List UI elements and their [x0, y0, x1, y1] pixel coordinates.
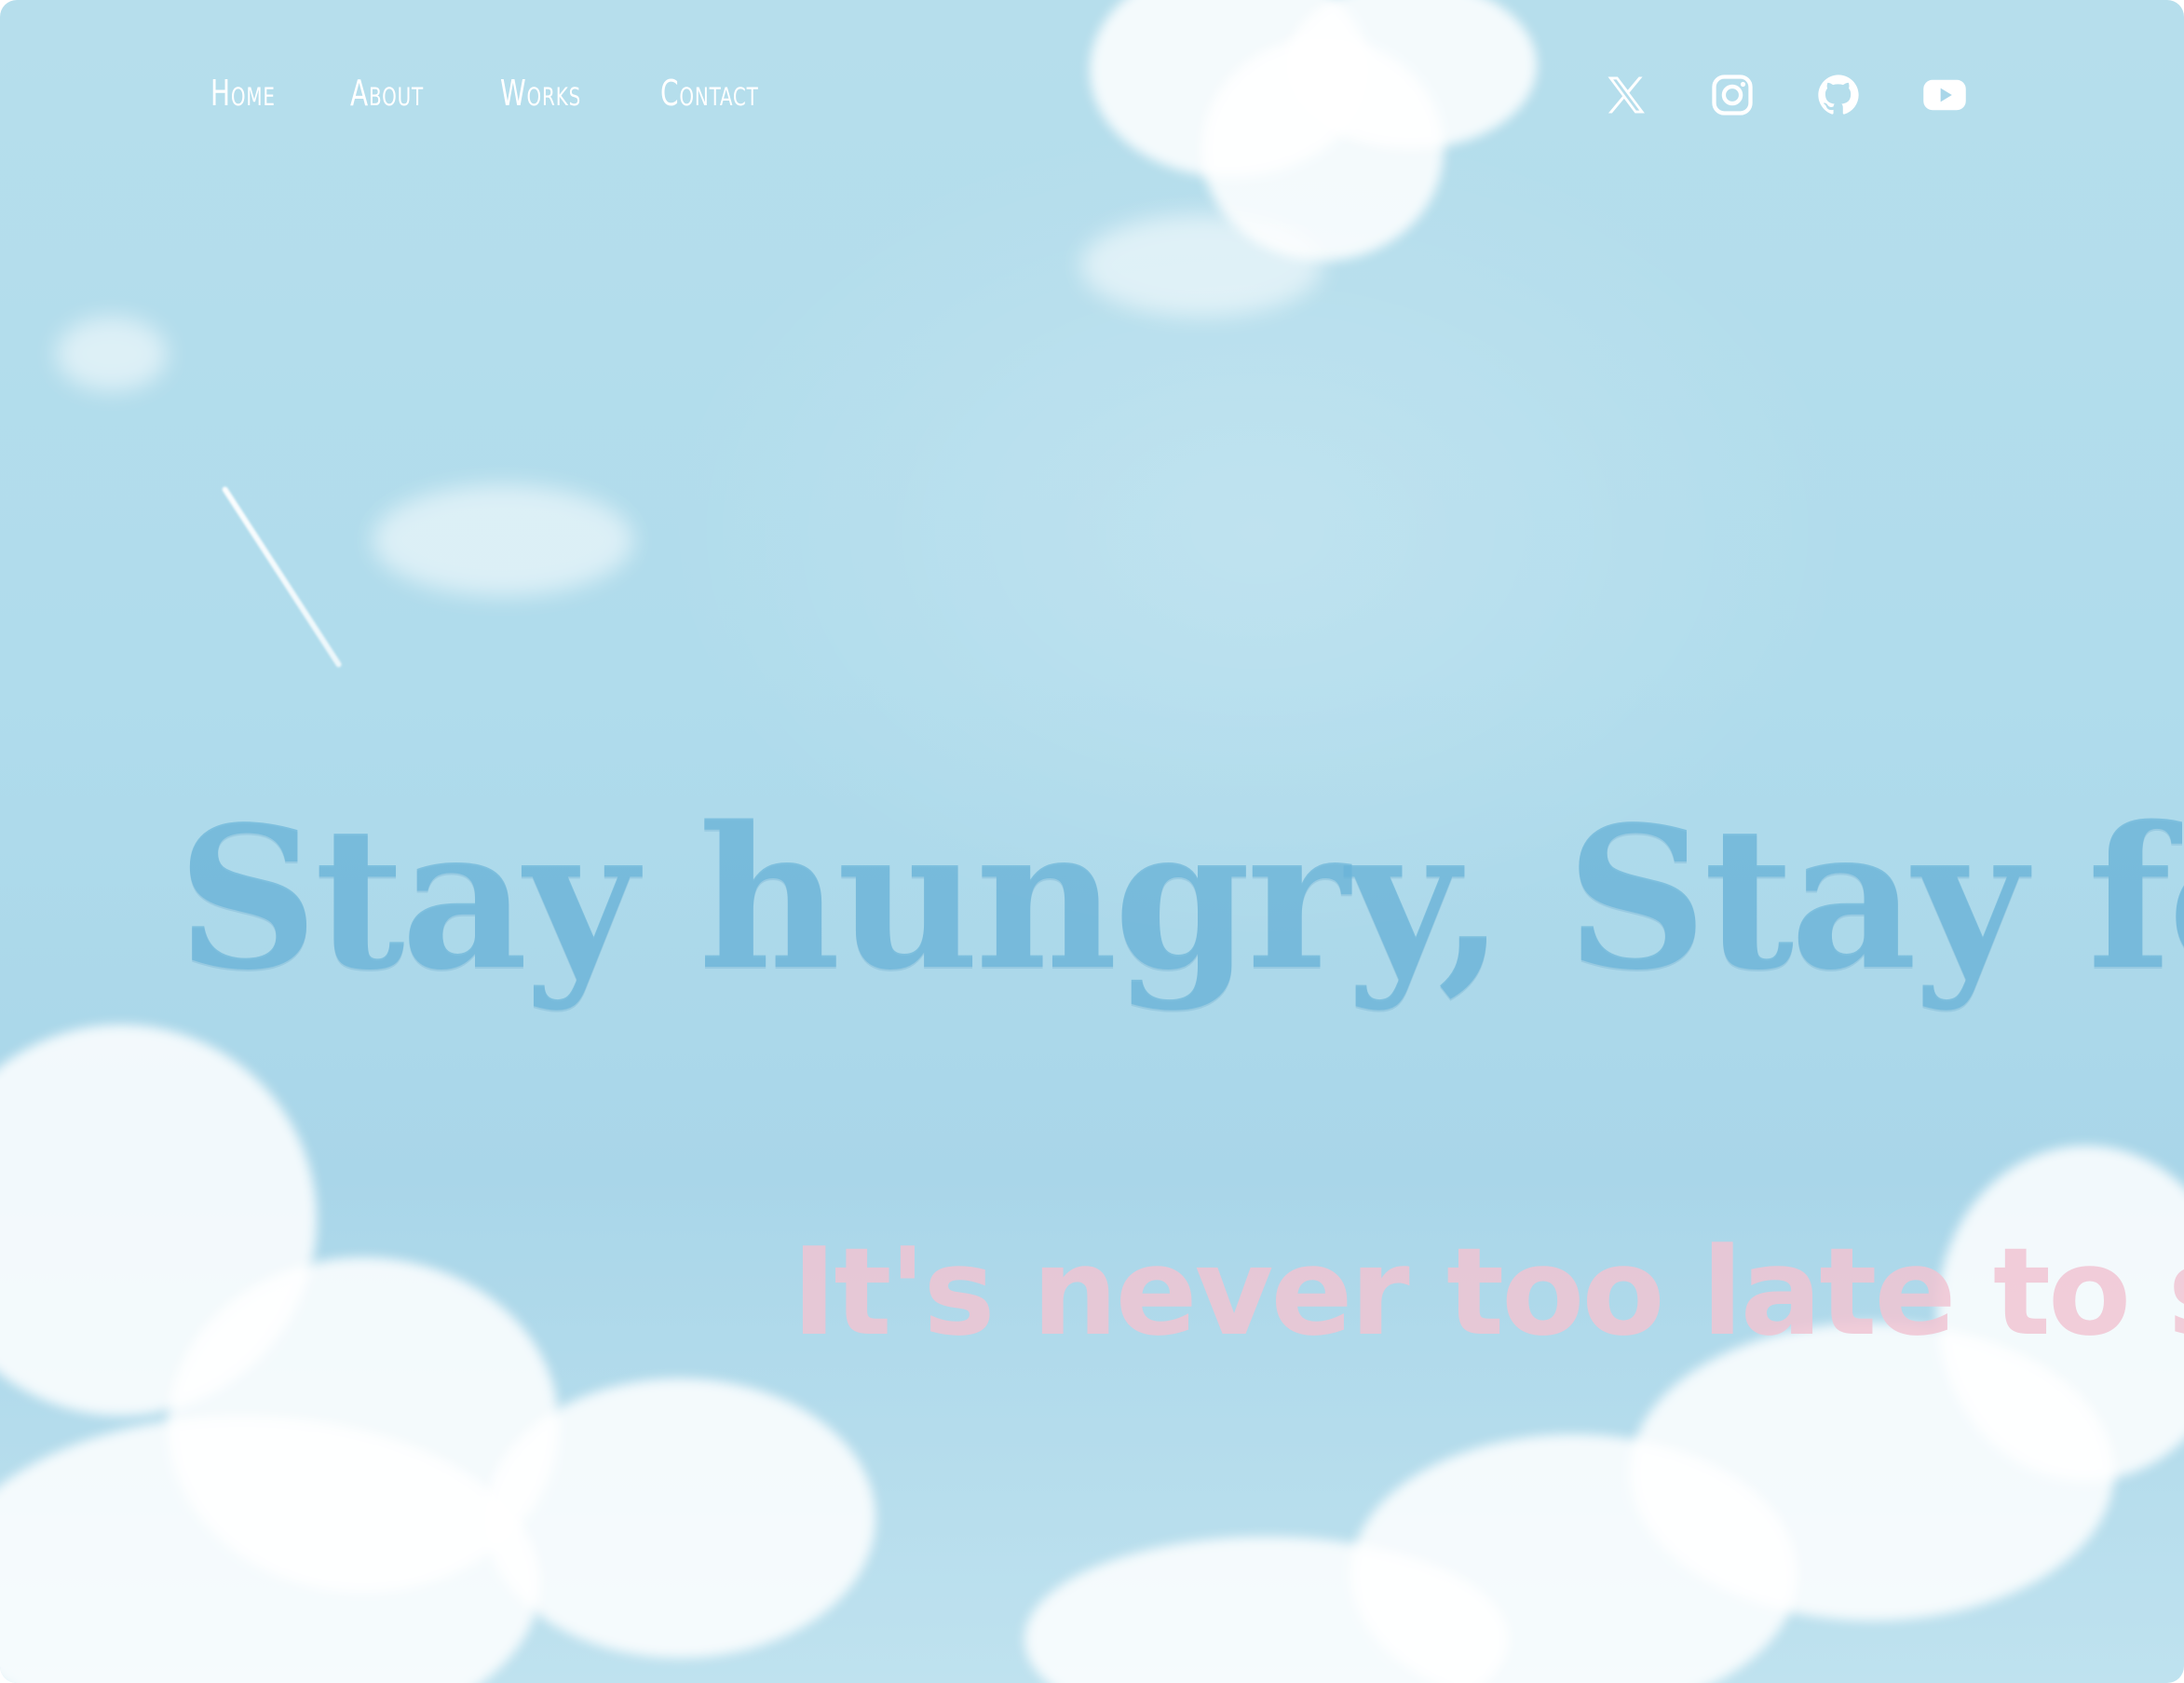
cloud-wisp-1 [56, 317, 168, 391]
cloud-bl-3 [484, 1378, 875, 1658]
social-links [1602, 69, 1969, 121]
main-nav: Home About Works Contact [210, 73, 780, 114]
instagram-icon[interactable] [1708, 69, 1757, 121]
nav-contact[interactable]: Contact [660, 73, 759, 114]
nav-home[interactable]: Home [210, 73, 276, 114]
github-icon[interactable] [1814, 69, 1863, 121]
x-icon[interactable] [1602, 69, 1650, 121]
cloud-wisp-2 [373, 484, 633, 596]
youtube-icon[interactable] [1920, 69, 1969, 121]
hero-subline: It's never too late to start. [792, 1221, 2184, 1363]
page: Home About Works Contact Stay hungry, St… [0, 0, 2184, 1683]
nav-about[interactable]: About [350, 73, 424, 114]
contrail [221, 485, 343, 669]
hero-headline: Stay hungry, Stay foolish [177, 783, 2184, 1013]
cloud-top-wisp [1080, 214, 1323, 317]
nav-works[interactable]: Works [500, 73, 581, 114]
